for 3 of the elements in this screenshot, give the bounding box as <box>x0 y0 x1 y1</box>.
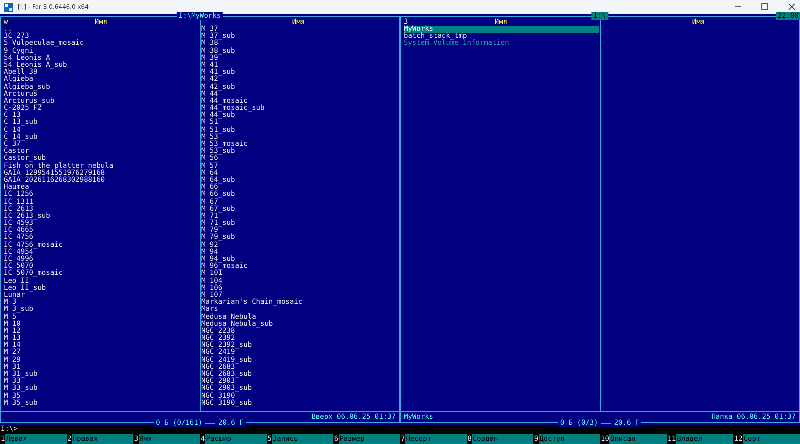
close-icon[interactable] <box>788 3 796 11</box>
maximize-icon[interactable] <box>761 3 769 11</box>
app-icon <box>4 2 13 12</box>
